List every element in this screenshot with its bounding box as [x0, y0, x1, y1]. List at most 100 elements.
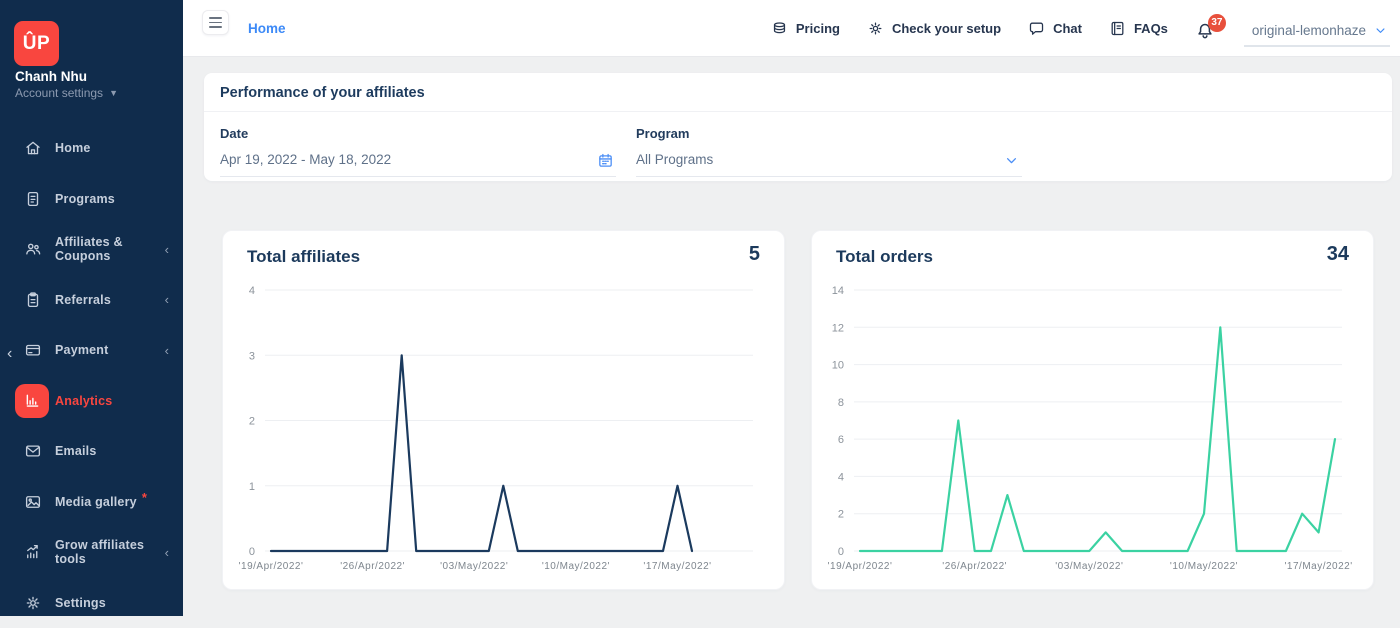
- image-icon: [24, 493, 42, 511]
- svg-text:'26/Apr/2022': '26/Apr/2022': [942, 561, 1007, 572]
- mail-icon: [24, 442, 42, 460]
- orders-line-chart: 14121086420'19/Apr/2022''26/Apr/2022''03…: [812, 275, 1375, 581]
- affiliates-line-chart: 4 3 2 1 0 '19/Apr/2022' '26/Apr/2022' '03/May/2…: [223, 275, 786, 581]
- topbar-action-pricing[interactable]: Pricing: [771, 20, 840, 37]
- chevron-left-icon: ‹: [165, 242, 169, 257]
- hamburger-menu-button[interactable]: [202, 10, 229, 35]
- svg-text:2: 2: [249, 416, 255, 428]
- sidebar-item-label: Settings: [55, 596, 106, 610]
- sidebar-item-label: Payment: [55, 343, 109, 357]
- svg-text:'17/May/2022': '17/May/2022': [643, 561, 711, 572]
- topbar-action-label: Check your setup: [892, 21, 1001, 36]
- chevron-left-icon: ‹: [165, 292, 169, 307]
- sidebar-item-label: Referrals: [55, 293, 111, 307]
- topbar-action-faqs[interactable]: FAQs: [1109, 20, 1168, 37]
- sidebar-item-label: Affiliates & Coupons: [55, 235, 178, 263]
- sidebar-item-analytics[interactable]: Analytics ‹: [0, 376, 183, 427]
- caret-down-icon: ▼: [109, 88, 118, 98]
- total-orders-card: Total orders 34 14121086420'19/Apr/2022'…: [811, 230, 1374, 590]
- topbar-action-chat[interactable]: Chat: [1028, 20, 1082, 37]
- svg-text:4: 4: [838, 471, 844, 483]
- topbar-actions: Pricing Check your setup Chat FAQs 37 or…: [771, 0, 1390, 57]
- calendar-icon[interactable]: [597, 152, 614, 169]
- users-icon: [24, 240, 42, 258]
- account-settings-label: Account settings: [15, 86, 103, 100]
- sidebar-item-label: Analytics: [55, 394, 112, 408]
- sidebar-item-media-gallery[interactable]: Media gallery * ‹: [0, 477, 183, 528]
- sidebar-item-label: Grow affiliates tools: [55, 538, 178, 566]
- program-field: Program All Programs: [636, 126, 1022, 177]
- svg-text:3: 3: [249, 350, 255, 362]
- home-icon: [24, 139, 42, 157]
- notification-badge: 37: [1208, 14, 1226, 32]
- account-dropdown[interactable]: original-lemonhaze: [1244, 23, 1390, 47]
- account-settings-button[interactable]: Account settings ▼: [15, 86, 118, 100]
- svg-text:4: 4: [249, 285, 255, 297]
- sidebar-item-payment[interactable]: Payment ‹: [0, 325, 183, 376]
- program-select[interactable]: All Programs: [636, 149, 1022, 177]
- chevron-down-icon[interactable]: [1373, 23, 1388, 38]
- chevron-left-icon: ‹: [165, 545, 169, 560]
- chevron-down-icon[interactable]: [1003, 152, 1020, 169]
- required-asterisk: *: [142, 490, 147, 505]
- book-icon: [1109, 20, 1126, 37]
- sidebar-item-settings[interactable]: Settings ‹: [0, 578, 183, 628]
- svg-text:'03/May/2022': '03/May/2022': [440, 561, 508, 572]
- filter-card-title: Performance of your affiliates: [204, 73, 1392, 112]
- gear-icon: [24, 594, 42, 612]
- sidebar-item-affiliates-and-coupons[interactable]: Affiliates & Coupons ‹: [0, 224, 183, 275]
- app-logo[interactable]: ÛP: [14, 21, 59, 66]
- topbar-action-check-your-setup[interactable]: Check your setup: [867, 20, 1001, 37]
- sidebar: ÛP Chanh Nhu Account settings ▼ Home ‹ P…: [0, 0, 183, 616]
- total-affiliates-card: Total affiliates 5 43210'19/Apr/2022''26…: [222, 230, 785, 590]
- sidebar-nav: Home ‹ Programs ‹ Affiliates & Coupons ‹…: [0, 123, 183, 628]
- program-select-value: All Programs: [636, 152, 713, 167]
- date-range-input[interactable]: Apr 19, 2022 - May 18, 2022: [220, 149, 616, 177]
- user-name: Chanh Nhu: [15, 69, 87, 84]
- chevron-left-icon: ‹: [165, 343, 169, 358]
- svg-text:'10/May/2022': '10/May/2022': [542, 561, 610, 572]
- credit-card-icon: [24, 341, 42, 359]
- svg-text:8: 8: [838, 397, 844, 409]
- sidebar-item-emails[interactable]: Emails ‹: [0, 426, 183, 477]
- chart-total-value: 34: [1327, 243, 1349, 266]
- svg-text:'26/Apr/2022': '26/Apr/2022': [340, 561, 405, 572]
- sidebar-item-label: Media gallery: [55, 495, 137, 509]
- chart-title: Total affiliates: [247, 247, 360, 267]
- topbar: Home Pricing Check your setup Chat FAQs …: [183, 0, 1400, 57]
- program-label: Program: [636, 126, 1022, 141]
- notifications-button[interactable]: 37: [1195, 17, 1217, 41]
- chat-icon: [1028, 20, 1045, 37]
- date-range-value: Apr 19, 2022 - May 18, 2022: [220, 152, 391, 167]
- chart-title: Total orders: [836, 247, 933, 267]
- date-range-field: Date Apr 19, 2022 - May 18, 2022: [220, 126, 616, 177]
- svg-text:10: 10: [832, 360, 844, 372]
- sidebar-item-grow-affiliates-tools[interactable]: Grow affiliates tools ‹: [0, 527, 183, 578]
- svg-text:1: 1: [249, 481, 255, 493]
- date-label: Date: [220, 126, 616, 141]
- svg-text:'19/Apr/2022': '19/Apr/2022': [239, 561, 304, 572]
- topbar-action-label: Pricing: [796, 21, 840, 36]
- svg-text:0: 0: [249, 546, 255, 558]
- svg-text:2: 2: [838, 509, 844, 521]
- svg-text:12: 12: [832, 322, 844, 334]
- sidebar-item-home[interactable]: Home ‹: [0, 123, 183, 174]
- sidebar-item-programs[interactable]: Programs ‹: [0, 174, 183, 225]
- coins-icon: [771, 20, 788, 37]
- svg-text:'10/May/2022': '10/May/2022': [1170, 561, 1238, 572]
- sidebar-collapse-handle[interactable]: ‹: [7, 345, 12, 363]
- svg-text:'17/May/2022': '17/May/2022': [1285, 561, 1353, 572]
- svg-text:'03/May/2022': '03/May/2022': [1055, 561, 1123, 572]
- account-dropdown-value: original-lemonhaze: [1252, 23, 1366, 38]
- sidebar-item-referrals[interactable]: Referrals ‹: [0, 275, 183, 326]
- breadcrumb[interactable]: Home: [248, 0, 286, 57]
- svg-text:14: 14: [832, 285, 844, 297]
- sidebar-item-label: Home: [55, 141, 91, 155]
- svg-text:'19/Apr/2022': '19/Apr/2022': [828, 561, 893, 572]
- topbar-action-label: FAQs: [1134, 21, 1168, 36]
- bar-chart-icon: [15, 384, 49, 418]
- svg-text:0: 0: [838, 546, 844, 558]
- gear-icon: [867, 20, 884, 37]
- growth-chart-icon: [24, 543, 42, 561]
- document-icon: [24, 190, 42, 208]
